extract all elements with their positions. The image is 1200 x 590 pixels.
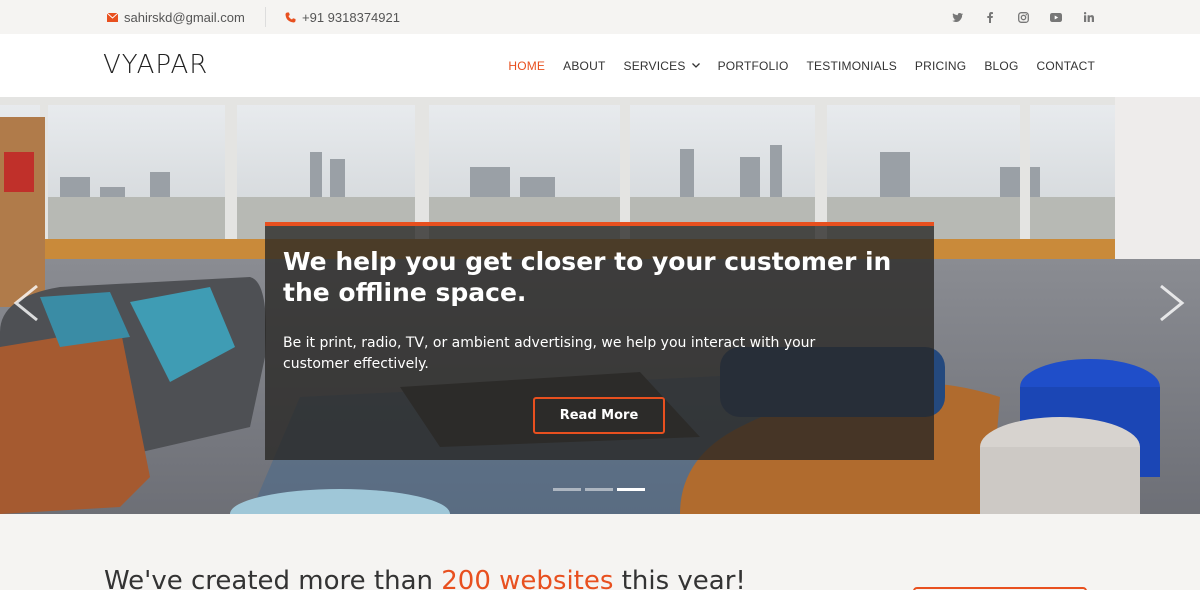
contact-phone[interactable]: +91 9318374921 <box>285 0 400 34</box>
divider <box>265 7 266 27</box>
facebook-icon[interactable] <box>983 10 997 24</box>
chevron-down-icon <box>691 61 700 70</box>
nav-label: PORTFOLIO <box>717 58 789 73</box>
nav-about[interactable]: ABOUT <box>563 59 605 73</box>
headline-text: We've created more than <box>104 566 442 590</box>
instagram-icon[interactable] <box>1016 10 1030 24</box>
email-text: sahirskd@gmail.com <box>124 9 245 25</box>
site-logo[interactable]: VYAPAR <box>103 50 208 80</box>
nav-label: ABOUT <box>563 58 606 73</box>
nav-label: HOME <box>508 58 546 73</box>
slide-dot-2[interactable] <box>585 488 613 491</box>
envelope-icon <box>107 12 118 22</box>
nav-home[interactable]: HOME <box>508 59 545 73</box>
phone-text: +91 9318374921 <box>302 9 400 25</box>
nav-label: BLOG <box>984 58 1019 73</box>
nav-portfolio[interactable]: PORTFOLIO <box>718 59 789 73</box>
hero-heading: We help you get closer to your customer … <box>283 247 892 307</box>
social-links <box>950 0 1096 34</box>
headline-text-end: this year! <box>613 566 746 590</box>
nav-contact[interactable]: CONTACT <box>1036 59 1095 73</box>
nav-label: CONTACT <box>1036 58 1095 73</box>
hero-text: Be it print, radio, TV, or ambient adver… <box>283 335 816 372</box>
nav-label: TESTIMONIALS <box>806 58 897 73</box>
nav-label: PRICING <box>914 58 967 73</box>
previous-slide-button[interactable] <box>12 283 40 323</box>
phone-icon <box>285 12 296 23</box>
next-slide-button[interactable] <box>1158 283 1186 323</box>
nav-services[interactable]: SERVICES <box>623 58 700 73</box>
hero-slider: We help you get closer to your customer … <box>0 97 1200 514</box>
twitter-icon[interactable] <box>950 10 964 24</box>
contact-email[interactable]: sahirskd@gmail.com <box>107 0 245 34</box>
section-headline: We've created more than 200 websites thi… <box>104 566 746 590</box>
linkedin-icon[interactable] <box>1082 10 1096 24</box>
nav-testimonials[interactable]: TESTIMONIALS <box>807 59 897 73</box>
hero-caption: We help you get closer to your customer … <box>265 222 934 460</box>
nav-pricing[interactable]: PRICING <box>915 59 966 73</box>
read-more-button[interactable]: Read More <box>533 397 665 434</box>
top-bar: sahirskd@gmail.com +91 9318374921 <box>0 0 1200 34</box>
chevron-left-icon <box>13 284 38 322</box>
slide-dot-3[interactable] <box>617 488 645 491</box>
slide-indicators <box>553 488 645 491</box>
main-nav: HOME ABOUT SERVICES PORTFOLIO TESTIMONIA… <box>490 34 1095 97</box>
stats-section: We've created more than 200 websites thi… <box>0 514 1200 590</box>
slide-dot-1[interactable] <box>553 488 581 491</box>
site-header: VYAPAR HOME ABOUT SERVICES PORTFOLIO TES… <box>0 34 1200 97</box>
headline-highlight: 200 websites <box>441 566 614 590</box>
nav-blog[interactable]: BLOG <box>984 59 1018 73</box>
chevron-right-icon <box>1160 284 1185 322</box>
nav-label: SERVICES <box>623 58 686 73</box>
youtube-icon[interactable] <box>1049 10 1063 24</box>
